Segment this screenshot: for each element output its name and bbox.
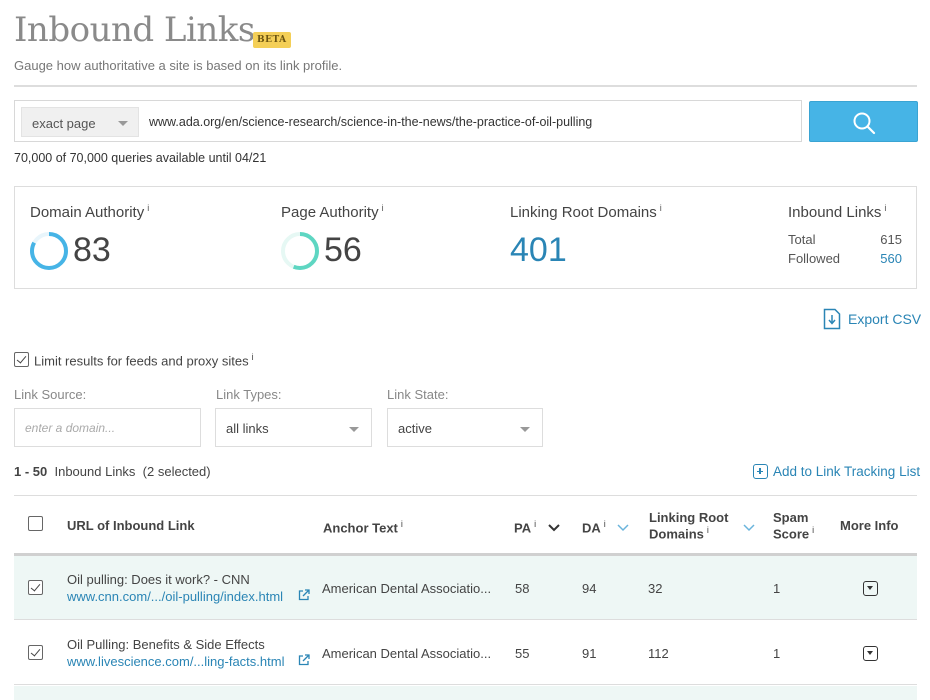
row-lrd: 112 — [648, 646, 669, 661]
row-url-link[interactable]: www.livescience.com/...ling-facts.html — [67, 654, 284, 669]
link-state-value: active — [398, 421, 432, 436]
row-title: Oil Pulling: Benefits & Side Effects — [67, 637, 265, 652]
page-authority-value: 56 — [324, 231, 362, 269]
column-header-url: URL of Inbound Link — [67, 518, 195, 533]
column-header-lrd[interactable]: Linking Root Domains i — [649, 510, 728, 541]
page-authority-label: Page Authority i — [281, 203, 384, 221]
row-da: 91 — [582, 646, 597, 661]
linking-root-domains-label: Linking Root Domains i — [510, 203, 662, 221]
selected-count: (2 selected) — [142, 464, 211, 479]
chevron-down-icon — [349, 427, 359, 432]
domain-authority-ring — [30, 232, 68, 270]
domain-authority-value: 83 — [73, 231, 111, 269]
results-count: 1 - 50 Inbound Links (2 selected) — [14, 464, 211, 479]
results-range: 1 - 50 — [14, 464, 48, 479]
column-header-spam: Spam Score i — [773, 510, 815, 542]
linking-root-domains-value[interactable]: 401 — [510, 231, 567, 270]
info-icon[interactable]: i — [884, 203, 886, 213]
row-title: Oil pulling: Does it work? - CNN — [67, 572, 250, 587]
domain-authority-label: Domain Authority i — [30, 203, 150, 221]
info-icon[interactable]: i — [534, 519, 536, 529]
link-source-label: Link Source: — [14, 387, 87, 402]
followed-value[interactable]: 560 — [880, 251, 902, 266]
header-divider — [14, 85, 917, 87]
inbound-links-label: Inbound Links i — [788, 203, 887, 221]
row-pa: 55 — [515, 646, 530, 661]
sort-toggle-icon[interactable] — [743, 524, 755, 532]
info-icon[interactable]: i — [382, 203, 384, 213]
row-lrd: 32 — [648, 581, 663, 596]
info-icon[interactable]: i — [147, 203, 149, 213]
external-link-icon[interactable] — [298, 654, 310, 666]
link-source-input[interactable]: enter a domain... — [14, 408, 201, 447]
column-header-da[interactable]: DA i — [582, 519, 606, 535]
select-all-checkbox[interactable] — [28, 516, 43, 531]
add-to-tracking-label: Add to Link Tracking List — [773, 464, 921, 479]
table-top-border — [14, 495, 917, 496]
page-subtitle: Gauge how authoritative a site is based … — [14, 58, 343, 73]
query-quota: 70,000 of 70,000 queries available until… — [14, 151, 267, 165]
row-anchor-text: American Dental Associatio... — [322, 646, 492, 661]
search-icon — [853, 112, 876, 135]
link-types-dropdown[interactable]: all links — [215, 408, 372, 447]
external-link-icon[interactable] — [298, 589, 310, 601]
table-row[interactable]: Oil Pulling: Benefits & Side Effects www… — [14, 621, 917, 685]
table-row[interactable]: Oil pulling: Does it work? - CNN www.cnn… — [14, 556, 917, 620]
expand-row-icon[interactable] — [863, 646, 878, 661]
info-icon[interactable]: i — [401, 519, 403, 529]
add-to-tracking-button[interactable]: Add to Link Tracking List — [753, 464, 920, 479]
chevron-down-icon — [118, 121, 128, 126]
row-pa: 58 — [515, 581, 530, 596]
row-anchor-text: American Dental Associatio... — [322, 581, 492, 596]
page-authority-ring — [281, 232, 319, 270]
followed-label: Followed — [788, 251, 841, 266]
row-spam: 1 — [773, 581, 781, 596]
scope-dropdown[interactable]: exact page — [21, 107, 139, 137]
results-noun: Inbound Links — [54, 464, 136, 479]
download-file-icon — [823, 308, 841, 330]
url-input[interactable] — [149, 107, 789, 137]
page-title: Inbound Links — [14, 10, 255, 50]
metrics-panel: Domain Authority i 83 Page Authority i 56 … — [14, 186, 917, 289]
info-icon[interactable]: i — [660, 203, 662, 213]
info-icon[interactable]: i — [252, 352, 254, 362]
row-checkbox[interactable] — [28, 645, 43, 660]
limit-feeds-checkbox[interactable] — [14, 352, 29, 368]
beta-badge: BETA — [253, 32, 291, 48]
limit-feeds-option[interactable]: Limit results for feeds and proxy sites i — [14, 351, 254, 368]
column-header-more: More Info — [840, 518, 899, 533]
info-icon[interactable]: i — [812, 525, 814, 535]
link-state-dropdown[interactable]: active — [387, 408, 543, 447]
link-types-label: Link Types: — [216, 387, 282, 402]
chevron-down-icon — [520, 427, 530, 432]
info-icon[interactable]: i — [604, 519, 606, 529]
info-icon[interactable]: i — [707, 525, 709, 535]
total-links-row: Total 615 — [788, 232, 902, 247]
scope-dropdown-value: exact page — [32, 116, 96, 131]
followed-links-row: Followed 560 — [788, 251, 902, 266]
limit-feeds-label: Limit results for feeds and proxy sites i — [34, 352, 254, 369]
total-label: Total — [788, 232, 816, 247]
column-header-anchor: Anchor Text i — [323, 519, 403, 536]
sort-toggle-icon[interactable] — [617, 524, 629, 532]
sort-desc-icon[interactable] — [548, 524, 560, 532]
row-da: 94 — [582, 581, 597, 596]
table-row[interactable] — [14, 686, 917, 700]
plus-icon — [753, 464, 768, 479]
row-url-link[interactable]: www.cnn.com/.../oil-pulling/index.html — [67, 589, 283, 604]
link-types-value: all links — [226, 421, 269, 436]
export-csv-label: Export CSV — [848, 311, 922, 327]
row-checkbox[interactable] — [28, 580, 43, 595]
search-button[interactable] — [809, 101, 918, 142]
expand-row-icon[interactable] — [863, 581, 878, 596]
link-state-label: Link State: — [387, 387, 449, 402]
column-header-pa[interactable]: PA i — [514, 519, 536, 535]
search-bar: exact page — [14, 100, 802, 142]
row-spam: 1 — [773, 646, 781, 661]
total-value: 615 — [880, 232, 902, 247]
